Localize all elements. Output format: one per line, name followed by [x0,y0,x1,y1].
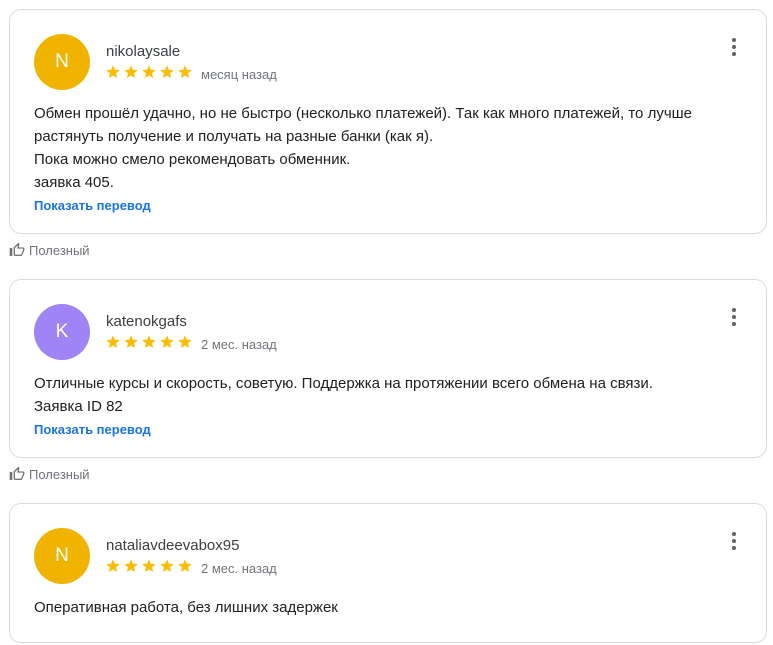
avatar[interactable]: N [34,528,90,584]
star-icon [106,65,120,78]
review-time: 2 мес. назад [201,337,277,352]
star-icon [124,65,138,78]
review-text-line: Обмен прошёл удачно, но не быстро (неско… [34,105,693,122]
review-text: Обмен прошёл удачно, но не быстро (неско… [34,102,750,216]
review-text-line: Отличные курсы и скорость, советую. Подд… [34,375,653,392]
review-text-line: растянуть получение и получать на разные… [34,128,434,145]
show-translation-link[interactable]: Показать перевод [34,196,750,216]
review-card: N nikolaysale месяц назад Обмен прошёл у… [9,9,767,234]
review-text-line: заявка 405. [34,174,114,191]
star-icon [160,335,174,348]
show-translation-link[interactable]: Показать перевод [34,420,750,440]
review-time: месяц назад [201,67,277,82]
reviewer-name[interactable]: nataliavdeevabox95 [106,537,239,554]
star-icon [124,335,138,348]
helpful-label: Полезный [29,242,90,258]
review-text: Отличные курсы и скорость, советую. Подд… [34,372,750,440]
helpful-button[interactable]: Полезный [9,241,90,259]
reviewer-name[interactable]: nikolaysale [106,43,180,60]
star-rating [105,64,193,82]
thumbs-up-icon [9,466,25,482]
helpful-label: Полезный [29,466,90,482]
review-text-line: Заявка ID 82 [34,398,123,415]
more-options-icon[interactable] [728,530,740,552]
star-icon [142,335,156,348]
more-options-icon[interactable] [728,36,740,58]
star-icon [178,559,192,572]
review-text-line: Пока можно смело рекомендовать обменник. [34,151,351,168]
star-icon [106,559,120,572]
review-card: K katenokgafs 2 мес. назад Отличные курс… [9,279,767,458]
star-icon [142,65,156,78]
more-options-icon[interactable] [728,306,740,328]
review-card: N nataliavdeevabox95 2 мес. назад Операт… [9,503,767,643]
thumbs-up-icon [9,242,25,258]
star-rating [105,334,193,352]
star-icon [124,559,138,572]
star-icon [160,559,174,572]
reviewer-name[interactable]: katenokgafs [106,313,187,330]
review-text: Оперативная работа, без лишних задержек [34,596,750,619]
helpful-button[interactable]: Полезный [9,465,90,483]
avatar[interactable]: K [34,304,90,360]
star-icon [178,335,192,348]
star-icon [160,65,174,78]
star-icon [178,65,192,78]
avatar[interactable]: N [34,34,90,90]
review-time: 2 мес. назад [201,561,277,576]
star-icon [142,559,156,572]
star-icon [106,335,120,348]
review-text-line: Оперативная работа, без лишних задержек [34,599,338,616]
star-rating [105,558,193,576]
